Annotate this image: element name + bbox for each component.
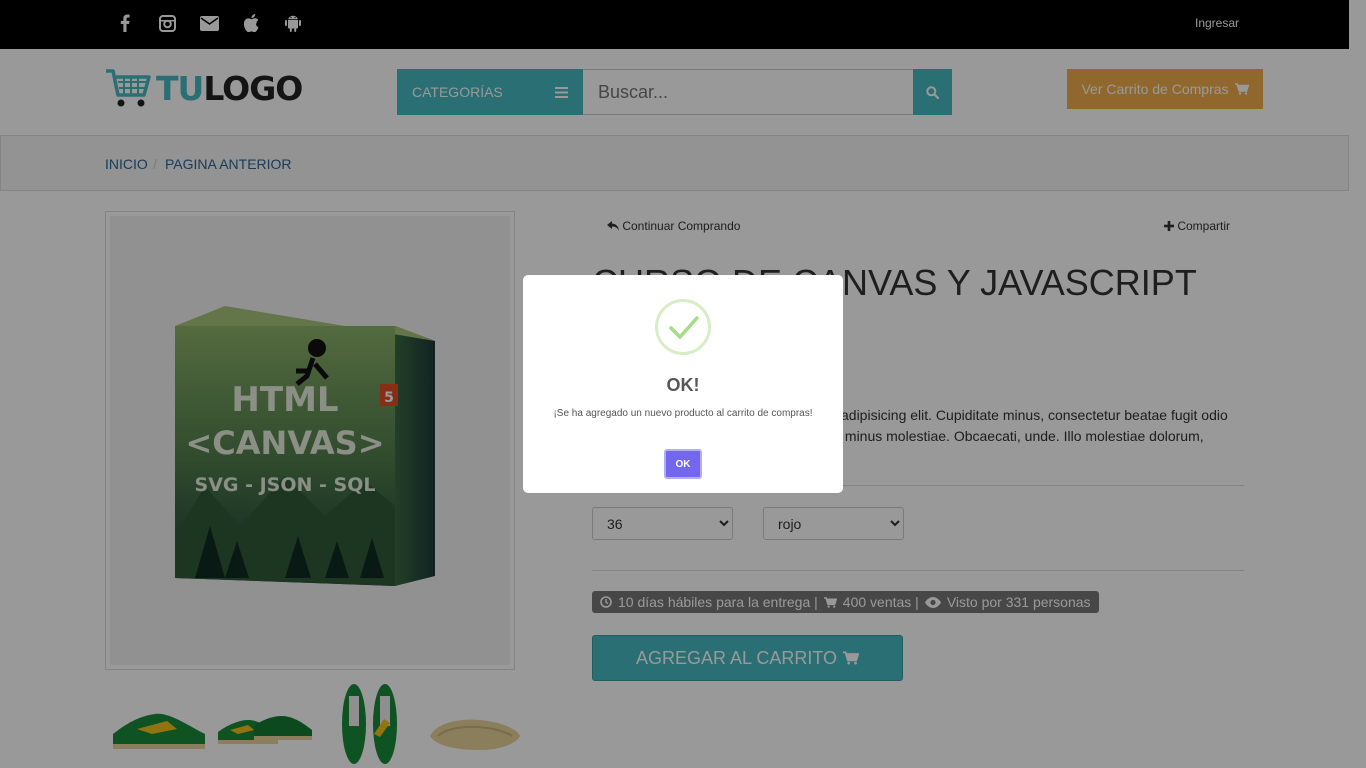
modal-message: ¡Se ha agregado un nuevo producto al car… xyxy=(553,408,813,419)
success-modal: OK! ¡Se ha agregado un nuevo producto al… xyxy=(523,275,843,493)
success-check-icon xyxy=(655,299,711,355)
modal-title: OK! xyxy=(666,375,700,395)
ok-button[interactable]: OK xyxy=(664,449,702,479)
